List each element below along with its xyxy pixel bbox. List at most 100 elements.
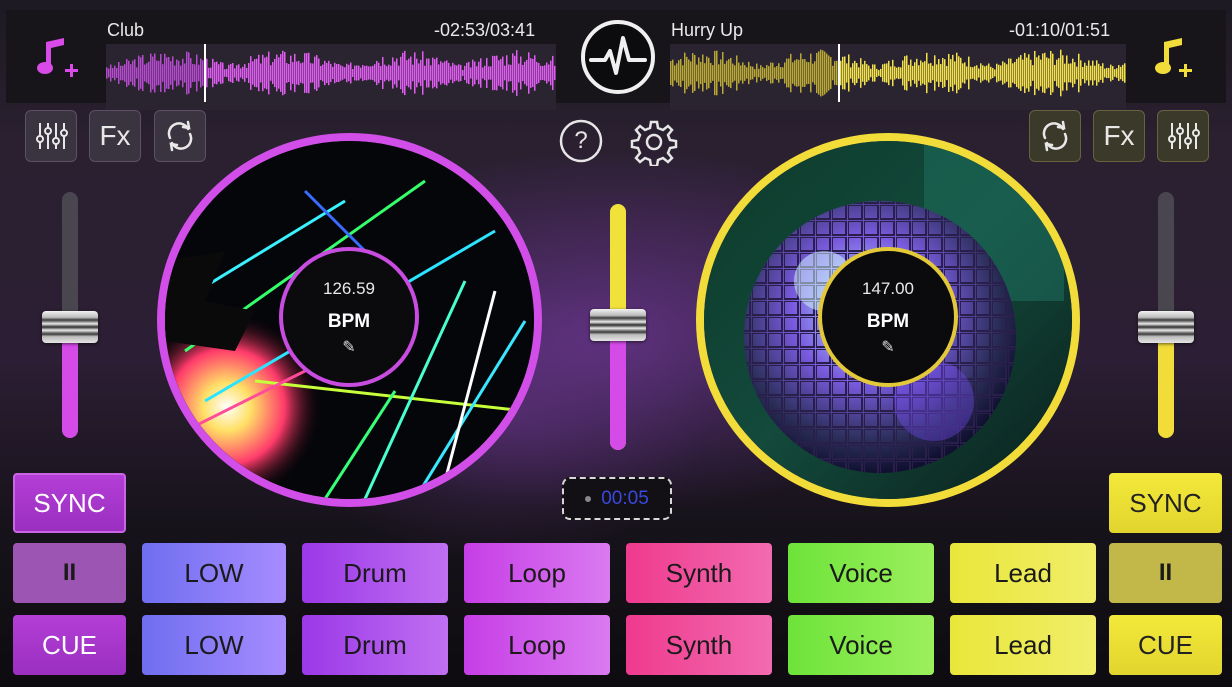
cue-button-right[interactable]: CUE (1109, 615, 1222, 675)
waveform-bar (882, 64, 884, 82)
settings-button[interactable] (630, 118, 678, 168)
right-turntable[interactable]: 147.00 BPM ✎ (696, 133, 1080, 507)
waveform-bar (176, 59, 178, 87)
waveform-bar (1016, 58, 1018, 88)
waveform-bar (706, 56, 708, 90)
waveform-bar (296, 61, 298, 85)
pause-button-right[interactable]: II (1109, 543, 1222, 603)
waveform-bar (938, 59, 940, 87)
left-turntable[interactable]: 126.59 BPM ✎ (157, 133, 542, 507)
pad-low-1[interactable]: LOW (142, 543, 286, 603)
help-button[interactable]: ? (558, 118, 604, 164)
waveform-bar (932, 65, 934, 81)
pad-lead-1[interactable]: Lead (950, 543, 1096, 603)
waveform-bar (190, 58, 192, 88)
waveform-bar (220, 61, 222, 85)
pad-synth-2[interactable]: Synth (626, 615, 772, 675)
waveform-bar (1116, 68, 1118, 78)
pad-voice-1[interactable]: Voice (788, 543, 934, 603)
waveform-bar (790, 53, 792, 93)
waveform-bar (398, 65, 400, 81)
waveform-bar (196, 54, 198, 92)
waveform-bar (678, 60, 680, 86)
waveform-bar (472, 59, 474, 87)
waveform-bar (418, 63, 420, 83)
waveform-bar (1002, 61, 1004, 85)
right-playhead[interactable] (838, 44, 840, 102)
waveform-bar (1124, 63, 1126, 83)
right-waveform[interactable] (670, 44, 1126, 110)
cue-button-left[interactable]: CUE (13, 615, 126, 675)
waveform-bar (712, 65, 714, 81)
waveform-bar (518, 63, 520, 83)
pad-drum-2[interactable]: Drum (302, 615, 448, 675)
right-volume-knob[interactable] (1138, 311, 1194, 344)
pencil-icon[interactable]: ✎ (881, 337, 894, 357)
crossfader-fill (610, 324, 626, 450)
waveform-bar (974, 66, 976, 80)
waveform-bar (956, 52, 958, 94)
waveform-bar (372, 65, 374, 81)
waveform-bar (1104, 68, 1106, 78)
equalizer-button-left[interactable] (25, 110, 77, 162)
waveform-logo-icon[interactable] (579, 18, 657, 96)
music-add-icon[interactable] (34, 36, 84, 82)
waveform-bar (812, 63, 814, 83)
waveform-bar (720, 59, 722, 87)
pad-voice-2[interactable]: Voice (788, 615, 934, 675)
waveform-bar (1026, 57, 1028, 89)
fx-button-left[interactable]: Fx (89, 110, 141, 162)
waveform-bar (248, 63, 250, 83)
waveform-bar (984, 66, 986, 80)
left-bpm-display[interactable]: 126.59 BPM ✎ (279, 247, 419, 387)
waveform-bar (820, 49, 822, 97)
right-bpm-display[interactable]: 147.00 BPM ✎ (818, 247, 958, 387)
waveform-bar (500, 59, 502, 87)
waveform-bar (182, 58, 184, 88)
left-waveform[interactable] (106, 44, 556, 110)
pad-lead-2[interactable]: Lead (950, 615, 1096, 675)
waveform-bar (542, 66, 544, 80)
waveform-bar (538, 63, 540, 83)
waveform-bar (458, 64, 460, 82)
right-bpm-label: BPM (866, 311, 910, 332)
pad-drum-1[interactable]: Drum (302, 543, 448, 603)
waveform-bar (716, 50, 718, 96)
waveform-bar (868, 65, 870, 81)
fx-button-right[interactable]: Fx (1093, 110, 1145, 162)
pencil-icon[interactable]: ✎ (342, 337, 355, 357)
waveform-bar (532, 58, 534, 88)
waveform-bar (268, 51, 270, 95)
waveform-bar (1022, 59, 1024, 87)
music-add-icon[interactable] (1152, 36, 1202, 82)
waveform-bar (982, 65, 984, 81)
left-playhead[interactable] (204, 44, 206, 102)
crossfader-knob[interactable] (590, 308, 646, 341)
waveform-bar (180, 65, 182, 81)
waveform-bar (756, 63, 758, 83)
pause-button-left[interactable]: II (13, 543, 126, 603)
sync-button-right[interactable]: SYNC (1109, 473, 1222, 533)
waveform-bar (1082, 66, 1084, 80)
waveform-bar (878, 70, 880, 76)
waveform-bar (454, 64, 456, 82)
waveform-bar (238, 64, 240, 82)
waveform-bar (800, 53, 802, 93)
pad-loop-1[interactable]: Loop (464, 543, 610, 603)
waveform-bar (118, 62, 120, 84)
waveform-bar (762, 67, 764, 79)
waveform-bar (970, 66, 972, 80)
left-volume-knob[interactable] (42, 311, 98, 344)
pad-synth-1[interactable]: Synth (626, 543, 772, 603)
waveform-bar (308, 52, 310, 94)
waveform-bar (794, 60, 796, 86)
recording-timer[interactable]: 00:05 (562, 477, 672, 520)
sync-button-left[interactable]: SYNC (13, 473, 126, 533)
equalizer-button-right[interactable] (1157, 110, 1209, 162)
pad-low-2[interactable]: LOW (142, 615, 286, 675)
pad-loop-2[interactable]: Loop (464, 615, 610, 675)
waveform-bar (1006, 64, 1008, 82)
waveform-bar (724, 63, 726, 83)
waveform-bar (282, 50, 284, 96)
waveform-bar (788, 58, 790, 88)
